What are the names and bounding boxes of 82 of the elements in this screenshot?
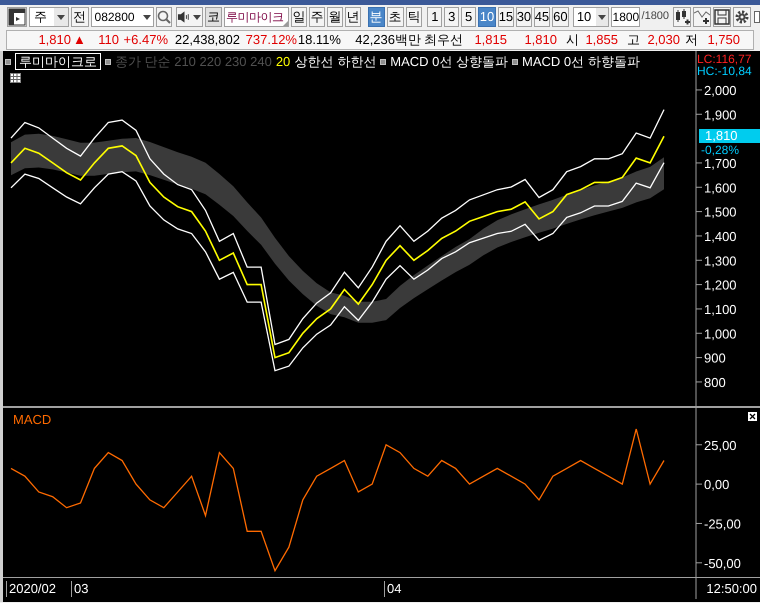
legend-label[interactable]: 상한선 <box>294 54 334 69</box>
quote-value: +6.47% <box>122 31 168 50</box>
speaker-dropdown[interactable] <box>176 6 203 26</box>
tab[interactable]: 분 <box>368 6 385 26</box>
y-axis-label: 1,000 <box>704 326 737 342</box>
y-axis-label: 1,200 <box>704 278 737 293</box>
y-axis-label: -50,00 <box>704 556 741 571</box>
y-axis-label: 2,000 <box>704 82 737 98</box>
settings-icon[interactable] <box>733 6 752 26</box>
quote-value: 시 <box>565 31 579 50</box>
tab[interactable]: 월 <box>327 6 343 26</box>
x-axis-label: 03 <box>71 581 88 597</box>
y-axis-label: 25,00 <box>704 438 737 453</box>
code-field[interactable]: 082800 <box>90 6 154 26</box>
time-label: 12:50:00 <box>705 580 758 598</box>
quote-value: 737.12% <box>244 31 297 50</box>
hc-value: HC:-10,84 <box>697 65 752 77</box>
stock-name-field[interactable]: 루미마이크 <box>224 6 290 26</box>
legend-label[interactable]: MACD 0선 하향돌파 <box>522 54 640 69</box>
tab[interactable]: 60 <box>552 6 569 26</box>
quote-value: 2,030 <box>646 31 680 50</box>
tab[interactable]: 초 <box>386 6 404 26</box>
quote-value: 1,815 <box>473 31 507 50</box>
tab[interactable]: 30 <box>516 6 532 26</box>
legend-label[interactable]: 루미마이크로 <box>15 53 101 70</box>
legend-label[interactable]: 하한선 <box>337 54 376 69</box>
tab[interactable]: 1 <box>427 6 442 26</box>
change-arrow: ▲ <box>73 31 87 50</box>
quote-value: 42,236백만 <box>354 31 421 50</box>
save-icon[interactable] <box>713 6 732 26</box>
bar-count-field[interactable]: 1800 <box>610 6 640 26</box>
search-icon[interactable] <box>156 6 172 26</box>
candle-add-icon[interactable] <box>673 6 692 26</box>
quote-value: 110 <box>97 31 119 50</box>
y-axis-label: 900 <box>704 350 726 366</box>
lc-value: LC:116,77 <box>697 53 752 65</box>
quote-value: 1,750 <box>706 31 740 50</box>
quote-value: 최우선 <box>423 31 463 50</box>
market-button[interactable]: 코 <box>204 6 222 26</box>
quote-value: 저 <box>684 31 698 50</box>
line-add-icon[interactable] <box>693 6 712 26</box>
tab[interactable]: 년 <box>344 6 361 26</box>
y-axis-label: 1,400 <box>704 228 737 244</box>
y-axis-label: 1,600 <box>704 180 737 196</box>
y-axis-label: 800 <box>704 374 726 390</box>
legend-label[interactable]: MACD 0선 상향돌파 <box>390 54 508 69</box>
close-icon[interactable] <box>748 412 757 421</box>
legend-label[interactable]: 20 <box>276 54 290 69</box>
tab[interactable]: 45 <box>534 6 550 26</box>
quote-value: 1,855 <box>584 31 618 50</box>
quote-value: 22,438,802 <box>174 31 240 50</box>
quote-value: 고 <box>626 31 640 50</box>
y-axis-label: 1,100 <box>704 302 737 317</box>
y-axis-label: 1,300 <box>704 253 737 268</box>
x-axis-label: 04 <box>384 581 402 597</box>
tab[interactable]: 5 <box>461 6 476 26</box>
prev-button[interactable]: 전 <box>70 6 89 26</box>
quote-value: 18.11% <box>297 31 341 50</box>
bar-total-label: /1800 <box>642 9 670 24</box>
tab[interactable]: 15 <box>498 6 514 26</box>
y-axis-label: 1,700 <box>704 156 737 171</box>
tab[interactable]: 틱 <box>406 6 422 26</box>
resize-corner-icon <box>283 20 288 26</box>
current-price: 1,810 <box>37 31 71 50</box>
tab[interactable]: 3 <box>444 6 460 26</box>
y-axis-label: 1,500 <box>704 204 737 220</box>
x-axis-label: 2020/02 <box>6 581 56 597</box>
panel-toggle-icon[interactable] <box>7 6 27 26</box>
tab[interactable]: 주 <box>309 6 326 26</box>
y-axis-label: 0,00 <box>704 477 730 492</box>
y-axis-label: -25,00 <box>704 516 741 532</box>
quote-value: 1,810 <box>523 31 557 50</box>
interval-dropdown[interactable]: 10 <box>572 6 609 26</box>
y-axis-label: 1,900 <box>704 107 737 122</box>
tab[interactable]: 일 <box>291 6 308 26</box>
price-marker: 1,810 <box>699 129 760 143</box>
panel-title: MACD <box>13 411 52 429</box>
grid-icon[interactable] <box>10 73 21 83</box>
checkbox[interactable] <box>754 10 760 22</box>
tab[interactable]: 10 <box>478 6 496 26</box>
price-change-label: -0,28% <box>701 144 740 156</box>
period-dropdown[interactable]: 주 <box>29 6 69 26</box>
